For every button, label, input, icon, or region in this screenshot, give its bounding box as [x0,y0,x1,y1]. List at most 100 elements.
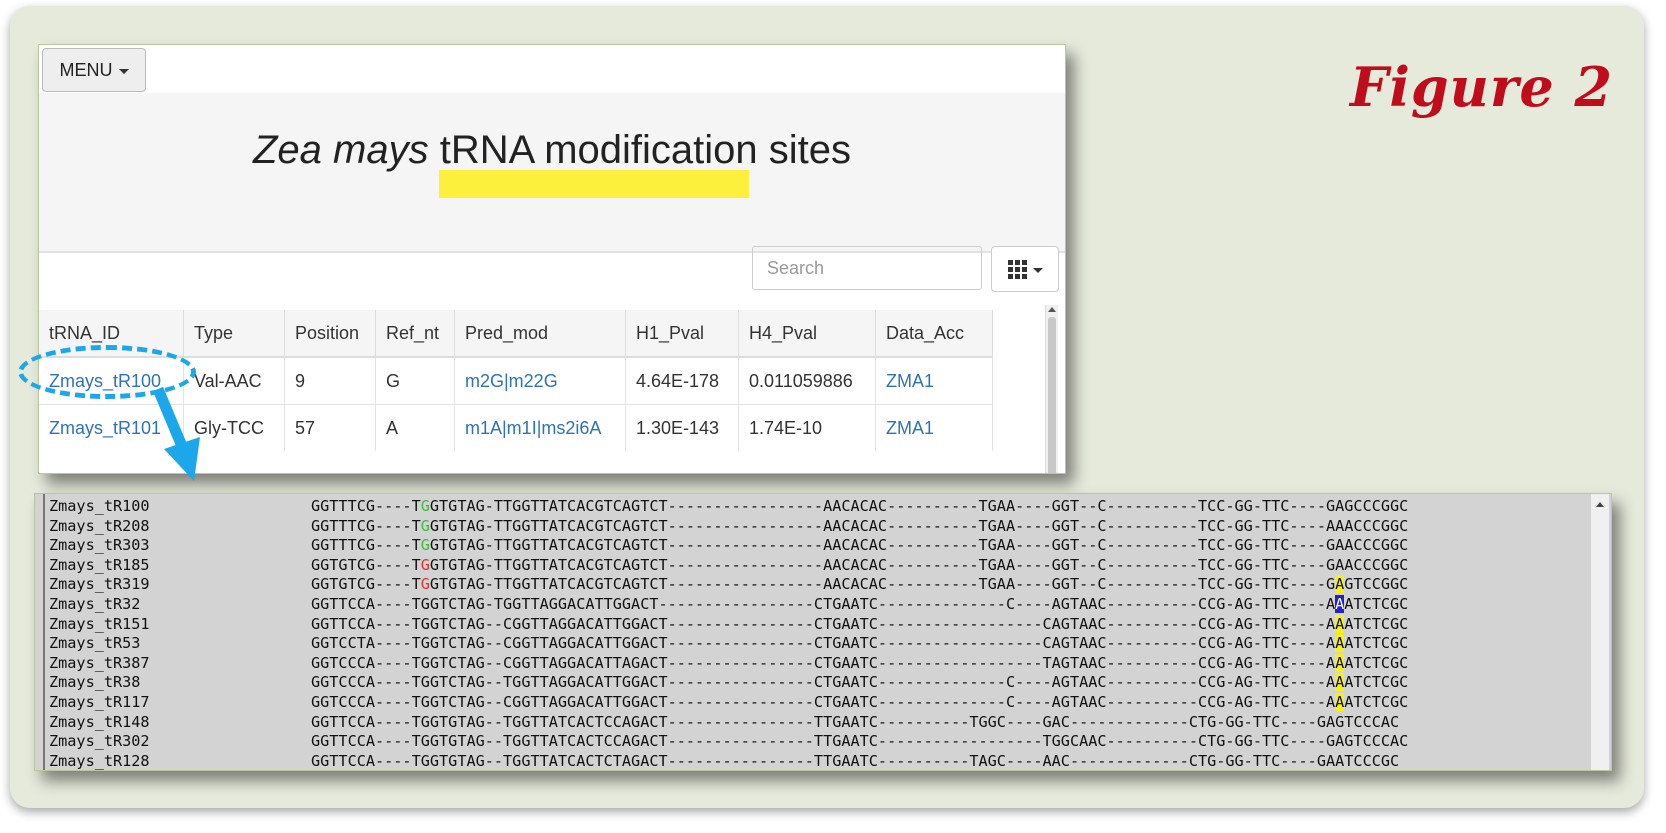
alignment-row-id: Zmays_tR100 [49,497,150,515]
seq-part: GGTTCCA----T [311,751,421,770]
alignment-row-id: Zmays_tR148 [49,712,150,731]
seq-mark-position-57: A [1335,673,1345,692]
alignment-row: Zmays_tR208 GGTTTCG----TGGTGTAG-TTGGTTATC… [49,517,1408,537]
seq-part: ATCTCGC [1344,614,1409,633]
alignment-sequence: GGTTCCA----TGGTGTAG--TGGTTATCACTCTAGACT-… [311,751,1400,770]
seq-mark-position-9: G [420,516,430,535]
callout-arrow-icon [152,386,200,481]
seq-part: CCCGGC [1353,555,1409,574]
scroll-up-icon[interactable] [1048,307,1056,312]
seq-part: ATCTCGC [1344,594,1409,613]
alignment-text: Zmays_tR100 GGTTTCG----TGGTGTAG-TTGGTTATC… [49,497,1409,770]
seq-part: CCCGGC [1353,516,1409,535]
caret-down-icon [118,68,129,74]
seq-mark-position-9: G [420,751,430,770]
seq-mark-position-9: G [420,653,430,672]
seq-part: GGTGTCG----T [311,575,421,594]
h4-pval-cell: 0.011059886 [738,356,876,405]
seq-mark-position-57: A [1335,575,1345,594]
alignment-sequence: GGTTCCA----TGGTCTAG-TGGTTAGGACATTGGACT--… [311,594,1409,615]
alignment-sequence: GGTTCCA----TGGTGTAG--TGGTTATCACTCCAGACT-… [311,732,1408,752]
seq-part: GTGTAG--TGGTTATCACTCCAGACT--------------… [429,732,1345,751]
seq-part: GTCCGGC [1344,575,1409,594]
header-ref-nt[interactable]: Ref_nt [375,310,455,358]
ref-nt-cell: A [375,404,455,451]
seq-mark-position-9: G [420,732,430,751]
alignment-row: Zmays_tR38 GGTCCCA----TGGTCTAG--TGGTTAGGA… [49,673,1408,693]
alignment-row: Zmays_tR387 GGTCCCA----TGGTCTAG--CGGTTAGG… [49,653,1409,674]
seq-mark-position-9: G [420,536,430,555]
seq-part: GGTTCCA----T [311,732,421,751]
alignment-row-id: Zmays_tR32 [49,594,141,613]
alignment-scrollbar[interactable] [1591,494,1609,770]
menu-label: MENU [59,59,113,80]
alignment-row-id: Zmays_tR302 [49,732,150,751]
title-rest: tRNA modification sites [439,128,851,172]
seq-part: GTGTAG--TGGTTATCACTCCAGACT--------------… [429,712,1336,731]
alignment-row: Zmays_tR185 GGTGTCG----TGGTGTAG-TTGGTTATC… [49,556,1408,576]
title-highlight [439,170,749,198]
seq-part: TCCCAC [1344,712,1400,731]
alignment-row-id: Zmays_tR185 [49,555,150,574]
alignment-row-id: Zmays_tR151 [49,614,150,633]
seq-part: TCCCGC [1344,751,1400,770]
trna-id-link[interactable]: Zmays_tR101 [49,418,161,438]
data-acc-link[interactable]: ZMA1 [886,418,934,438]
alignment-sequence: GGTGTCG----TGGTGTAG-TTGGTTATCACGTCAGTCT-… [311,575,1408,595]
table-scrollbar[interactable] [1045,305,1058,473]
alignment-sequence: GGTCCCA----TGGTCTAG--CGGTTAGGACATTGGACT-… [311,692,1409,713]
header-pred-mod[interactable]: Pred_mod [454,310,626,358]
seq-part: GGTTCCA----T [311,712,421,731]
alignment-sequence: GGTTTCG----TGGTGTAG-TTGGTTATCACGTCAGTCT-… [311,536,1408,556]
seq-part: ATCTCGC [1344,692,1409,711]
seq-part: GTCTAG--CGGTTAGGACATTGGACT--------------… [429,614,1336,633]
alignment-row: Zmays_tR100 GGTTTCG----TGGTGTAG-TTGGTTATC… [49,497,1408,517]
seq-part: GTGTAG-TTGGTTATCACGTCAGTCT--------------… [429,575,1336,594]
seq-part: GTGTAG-TTGGTTATCACGTCAGTCT--------------… [429,516,1345,535]
seq-part: ATCTCGC [1344,653,1409,672]
header-h1-pval[interactable]: H1_Pval [625,310,739,358]
header-data-acc[interactable]: Data_Acc [875,310,993,358]
alignment-row-id: Zmays_tR117 [49,692,150,711]
seq-mark-position-57: A [1335,653,1345,672]
seq-mark-position-9: G [420,575,430,594]
scroll-up-icon[interactable] [1596,502,1604,507]
header-h4-pval[interactable]: H4_Pval [738,310,876,358]
pred-mod-link[interactable]: m2G|m22G [465,371,558,391]
pred-mod-link[interactable]: m1A|m1I|ms2i6A [465,418,601,438]
alignment-sequence: GGTCCTA----TGGTCTAG--CGGTTAGGACATTGGACT-… [311,634,1408,654]
seq-part: GTCTAG--CGGTTAGGACATTGGACT--------------… [429,634,1336,653]
seq-part: GTCTAG-TGGTTAGGACATTGGACT---------------… [429,594,1336,613]
alignment-sequence: GGTTTCG----TGGTGTAG-TTGGTTATCACGTCAGTCT-… [311,517,1408,537]
seq-part: GTGTAG--TGGTTATCACTCTAGACT--------------… [429,751,1336,770]
alignment-row-id: Zmays_tR128 [49,751,150,770]
alignment-row-id: Zmays_tR53 [49,634,141,653]
alignment-sequence: GGTCCCA----TGGTCTAG--TGGTTAGGACATTGGACT-… [311,673,1408,693]
seq-part: GGTCCCA----T [311,673,421,692]
seq-part: GGTCCTA----T [311,634,421,653]
seq-mark-position-9: G [420,692,430,711]
header-type[interactable]: Type [183,310,285,358]
alignment-window: Zmays_tR100 GGTTTCG----TGGTGTAG-TTGGTTATC… [34,493,1612,771]
search-input[interactable]: Search [752,246,982,290]
position-cell: 57 [284,404,376,451]
alignment-sequence: GGTCCCA----TGGTCTAG--CGGTTAGGACATTAGACT-… [311,653,1409,674]
title-species: Zea mays [252,128,429,172]
menu-button[interactable]: MENU [42,48,146,92]
alignment-sequence: GGTTCCA----TGGTCTAG--CGGTTAGGACATTGGACT-… [311,614,1409,635]
seq-mark-position-9: G [420,497,430,515]
h4-pval-cell: 1.74E-10 [738,404,876,451]
columns-toggle-button[interactable] [991,246,1059,292]
seq-mark-position-57: G [1335,712,1345,731]
alignment-sequence: GGTGTCG----TGGTGTAG-TTGGTTATCACGTCAGTCT-… [311,556,1408,576]
page-title: Zea mays tRNA modification sites [39,128,1065,173]
alignment-row: Zmays_tR303 GGTTTCG----TGGTGTAG-TTGGTTATC… [49,536,1408,556]
data-acc-link[interactable]: ZMA1 [886,371,934,391]
seq-part: GGTTTCG----T [311,536,421,555]
header-position[interactable]: Position [284,310,376,358]
seq-part: GTGTAG-TTGGTTATCACGTCAGTCT--------------… [429,536,1345,555]
ref-nt-cell: G [375,356,455,405]
scroll-thumb[interactable] [1048,317,1056,473]
alignment-row: Zmays_tR32 GGTTCCA----TGGTCTAG-TGGTTAGGAC… [49,594,1409,615]
seq-mark-position-57: A [1335,614,1345,633]
